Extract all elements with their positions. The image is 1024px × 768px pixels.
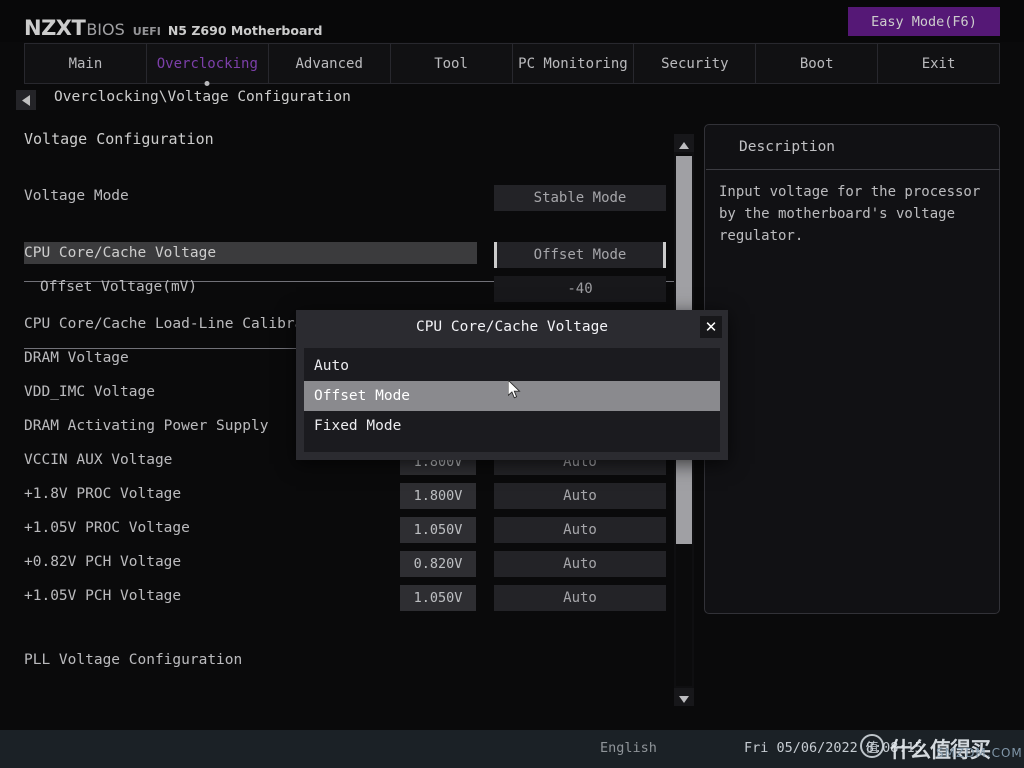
- bios-screen: NZXT BIOS UEFI N5 Z690 Motherboard Easy …: [0, 0, 1024, 768]
- dialog-title: CPU Core/Cache Voltage: [415, 319, 609, 335]
- language-selector[interactable]: English: [600, 740, 657, 756]
- system-datetime: Fri 05/06/2022 8:08:15: [744, 740, 923, 756]
- close-icon[interactable]: ✕: [700, 316, 722, 338]
- dialog-option[interactable]: Auto: [304, 351, 720, 381]
- dialog-option[interactable]: Fixed Mode: [304, 411, 720, 441]
- status-bar: English Fri 05/06/2022 8:08:15: [0, 730, 1024, 768]
- mouse-cursor: [507, 378, 522, 400]
